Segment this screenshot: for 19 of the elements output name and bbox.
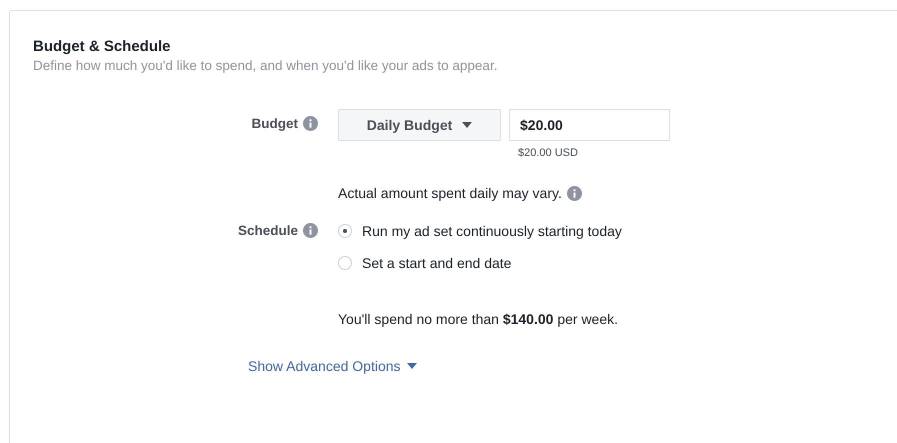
caret-icon — [406, 363, 417, 369]
advanced-options-link[interactable]: Show Advanced Options — [248, 358, 417, 374]
budget-type-dropdown[interactable]: Daily Budget — [338, 109, 501, 141]
section-title: Budget & Schedule — [33, 38, 172, 55]
budget-note: Actual amount spent daily may vary. — [338, 185, 562, 201]
radio-button[interactable] — [338, 224, 352, 238]
amount-field[interactable]: $20.00 — [509, 109, 670, 141]
info-icon[interactable] — [566, 186, 582, 200]
radio-label: Run my ad set continuously starting today — [362, 223, 622, 239]
weekly-spend-summary: You'll spend no more than $140.00 per week. — [338, 311, 620, 327]
caret-icon — [462, 122, 472, 128]
info-icon[interactable] — [303, 116, 318, 131]
field-label: Budget — [252, 116, 298, 131]
info-icon[interactable] — [303, 223, 318, 238]
converted-amount: $20.00 USD — [518, 147, 579, 159]
section-subtitle: Define how much you'd like to spend, and when you'd like your ads to appear. — [33, 58, 498, 73]
radio-label: Set a start and end date — [362, 255, 512, 271]
radio-button[interactable] — [338, 256, 352, 270]
field-label: Schedule — [238, 223, 298, 238]
